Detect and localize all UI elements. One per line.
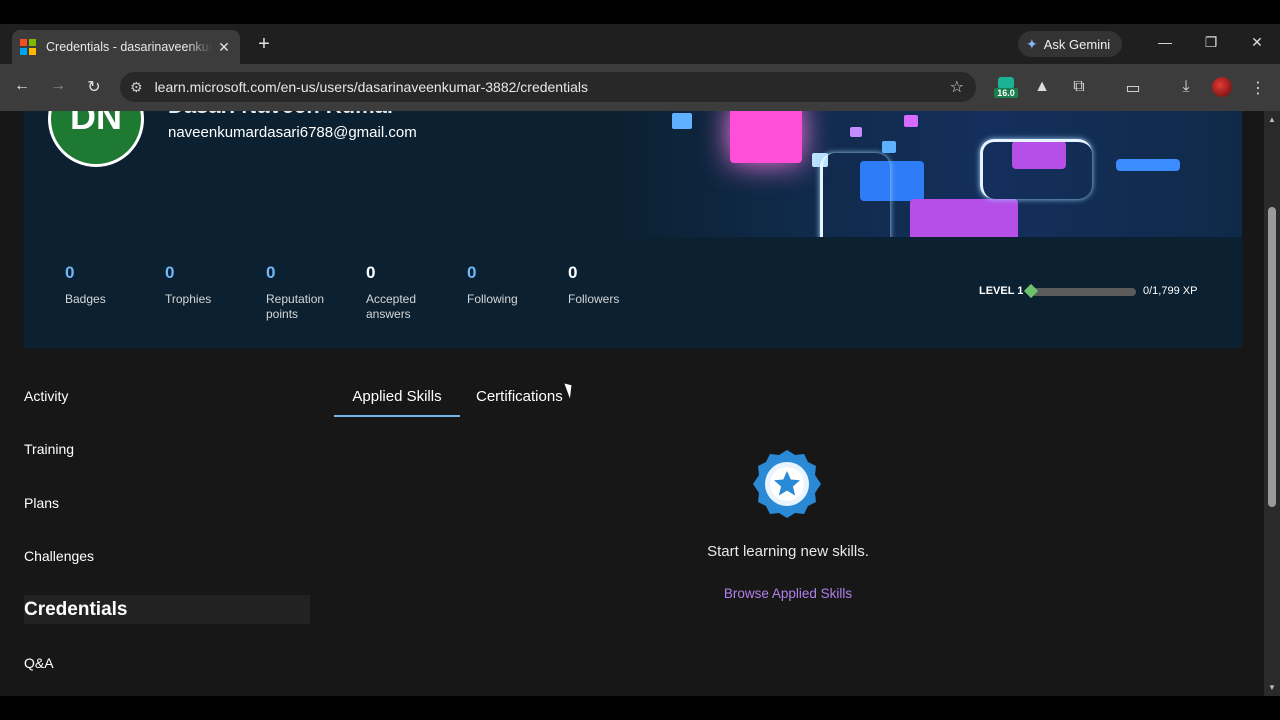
page-scrollbar[interactable]: ▲ ▼ — [1264, 111, 1280, 696]
scroll-up-icon[interactable]: ▲ — [1268, 115, 1276, 124]
back-icon[interactable]: ← — [12, 77, 32, 95]
address-bar[interactable]: ⚙ learn.microsoft.com/en-us/users/dasari… — [120, 72, 976, 102]
tab-certifications[interactable]: Certifications — [476, 387, 563, 407]
close-window-button[interactable]: ✕ — [1247, 34, 1267, 51]
sidebar-item-plans[interactable]: Plans — [24, 495, 59, 511]
sidebar-item-credentials-label: Credentials — [24, 599, 128, 620]
sidebar-item-qa[interactable]: Q&A — [24, 655, 54, 671]
url-text[interactable]: learn.microsoft.com/en-us/users/dasarina… — [155, 79, 588, 95]
browser-tab[interactable]: Credentials - dasarinaveenkumar-3882 ✕ — [12, 30, 240, 64]
credential-badge-icon — [753, 450, 821, 518]
sidebar-item-challenges[interactable]: Challenges — [24, 548, 94, 564]
stat-trophies[interactable]: 0 Trophies — [165, 263, 235, 307]
stat-following[interactable]: 0 Following — [467, 263, 537, 307]
hero-illustration — [612, 111, 1242, 237]
profile-hero: DN Dasari Naveen Kumar naveenkumardasari… — [24, 111, 1242, 348]
page-viewport: DN Dasari Naveen Kumar naveenkumardasari… — [0, 111, 1264, 696]
microsoft-logo-icon — [20, 39, 36, 55]
drive-icon[interactable]: ▲ — [1032, 78, 1052, 96]
new-tab-button[interactable]: + — [254, 34, 274, 54]
ask-gemini-button[interactable]: ✦ Ask Gemini — [1018, 31, 1123, 57]
tab-applied-skills[interactable]: Applied Skills — [334, 387, 460, 417]
site-settings-icon[interactable]: ⚙ — [130, 79, 143, 96]
scroll-down-icon[interactable]: ▼ — [1268, 683, 1276, 692]
screen: Credentials - dasarinaveenkumar-3882 ✕ +… — [0, 0, 1280, 720]
star-icon[interactable]: ☆ — [950, 77, 964, 97]
sidebar-item-credentials[interactable]: Credentials — [24, 595, 310, 624]
stat-badges[interactable]: 0 Badges — [65, 263, 135, 307]
gemini-icon: ✦ — [1026, 35, 1038, 52]
puzzle-icon[interactable]: ⧉ — [1069, 78, 1089, 96]
download-icon[interactable]: ⤓ — [1176, 78, 1196, 96]
forward-icon[interactable]: → — [48, 77, 68, 95]
extension-badge-count: 16.0 — [994, 88, 1018, 98]
scroll-thumb[interactable] — [1268, 207, 1276, 507]
profile-avatar: DN — [48, 111, 144, 167]
stat-followers: 0 Followers — [568, 263, 620, 306]
level-label: LEVEL 1 — [979, 285, 1024, 297]
sidebar-item-activity[interactable]: Activity — [24, 388, 68, 404]
menu-icon[interactable]: ⋮ — [1248, 78, 1268, 98]
restore-button[interactable]: ❐ — [1201, 34, 1221, 51]
minimize-button[interactable]: — — [1155, 34, 1175, 50]
tab-title: Credentials - dasarinaveenkumar-3882 — [46, 40, 212, 54]
stat-accepted-answers: 0 Accepted answers — [366, 263, 417, 321]
xp-text: 0/1,799 XP — [1143, 285, 1198, 297]
reload-icon[interactable]: ↻ — [84, 77, 104, 97]
profile-name: Dasari Naveen Kumar — [168, 111, 395, 119]
cast-icon[interactable]: ▭ — [1123, 78, 1143, 98]
sidebar-item-training[interactable]: Training — [24, 441, 74, 457]
xp-progress-bar — [1030, 288, 1136, 296]
tab-close-icon[interactable]: ✕ — [216, 39, 232, 56]
extension-icon[interactable]: 16.0 — [994, 77, 1018, 101]
profile-email: naveenkumardasari6788@gmail.com — [168, 124, 417, 141]
empty-state-message: Start learning new skills. — [707, 543, 869, 560]
browse-applied-skills-link[interactable]: Browse Applied Skills — [660, 586, 916, 601]
ask-gemini-label: Ask Gemini — [1043, 36, 1111, 52]
profile-avatar-icon[interactable] — [1212, 77, 1232, 97]
stat-reputation-points[interactable]: 0 Reputation points — [266, 263, 336, 322]
